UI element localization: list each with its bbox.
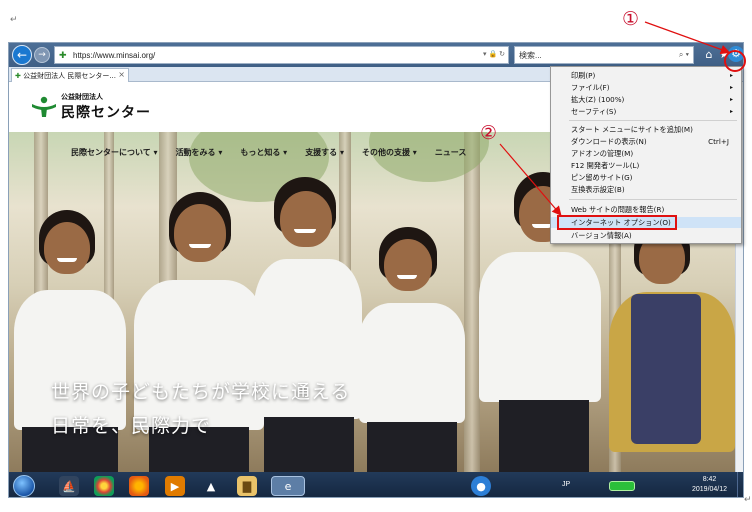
paragraph-mark-top: ↵ — [10, 14, 18, 24]
internet-explorer-icon[interactable]: e — [271, 476, 305, 496]
menu-item-label: 印刷(P) — [571, 71, 596, 80]
menu-item-label: ファイル(F) — [571, 83, 610, 92]
search-input[interactable]: 検索... ⌕ ▾ — [514, 46, 694, 64]
child-figure — [254, 177, 364, 472]
folder-icon[interactable]: ▇ — [237, 476, 257, 496]
site-icon: ✚ — [59, 50, 67, 60]
menu-item-label: 互換表示設定(B) — [571, 185, 625, 194]
menu-item-label: F12 開発者ツール(L) — [571, 161, 640, 170]
language-indicator[interactable]: JP — [562, 481, 570, 488]
taskbar: ⛵ ▶ ▲ ▇ e ● JP 8:42 2019/04/12 — [9, 472, 743, 497]
submenu-arrow-icon: ▸ — [729, 84, 733, 91]
step-1-marker: ① — [622, 8, 640, 30]
submenu-arrow-icon: ▸ — [729, 108, 733, 115]
url-tools-icon[interactable]: ▾ 🔒 ↻ — [483, 50, 505, 58]
nav-item-activities[interactable]: 活動をみる ▾ — [176, 147, 223, 158]
menu-item-label: セーフティ(S) — [571, 107, 617, 116]
menu-shortcut: Ctrl+J — [708, 137, 729, 146]
menu-item-safety[interactable]: セーフティ(S) ▸ — [551, 106, 741, 117]
system-clock[interactable]: 8:42 2019/04/12 — [692, 475, 727, 495]
tray-app-icon[interactable]: ● — [471, 476, 491, 496]
menu-item-f12-tools[interactable]: F12 開発者ツール(L) — [551, 160, 741, 171]
site-nav: 民際センターについて ▾ 活動をみる ▾ もっと知る ▾ 支援する ▾ その他の… — [71, 147, 466, 158]
annotation-circle — [724, 50, 746, 72]
menu-item-label: アドオンの管理(M) — [571, 149, 634, 158]
menu-item-pinned-sites[interactable]: ピン留めサイト(G) — [551, 172, 741, 183]
nav-item-other-support[interactable]: その他の支援 ▾ — [362, 147, 417, 158]
home-icon[interactable]: ⌂ — [701, 47, 717, 63]
menu-item-label: バージョン情報(A) — [571, 231, 632, 240]
logo-title: 民際センター — [61, 105, 151, 121]
back-arrow-icon: ← — [16, 48, 28, 62]
menu-item-print[interactable]: 印刷(P) ▸ — [551, 70, 741, 81]
search-icon[interactable]: ⌕ ▾ — [679, 50, 689, 60]
nav-item-about[interactable]: 民際センターについて ▾ — [71, 147, 158, 158]
taskbar-app-icon[interactable]: ⛵ — [59, 476, 79, 496]
nav-item-learn-more[interactable]: もっと知る ▾ — [240, 147, 287, 158]
close-tab-icon[interactable]: × — [118, 70, 125, 79]
menu-item-add-to-start[interactable]: スタート メニューにサイトを追加(M) — [551, 124, 741, 135]
logo-figure-icon — [32, 96, 56, 117]
menu-divider — [569, 199, 737, 200]
child-figure — [609, 222, 739, 472]
chrome-icon[interactable] — [94, 476, 114, 496]
menu-item-label: Web サイトの問題を報告(R) — [571, 205, 665, 214]
menu-item-zoom[interactable]: 拡大(Z) (100%) ▸ — [551, 94, 741, 105]
battery-icon[interactable] — [609, 481, 635, 491]
media-player-icon[interactable]: ▶ — [165, 476, 185, 496]
step-2-marker: ② — [480, 122, 498, 144]
address-toolbar: ← → ✚ https://www.minsai.org/ ▾ 🔒 ↻ 検索..… — [9, 43, 743, 67]
tab-title: 公益財団法人 民際センター... — [23, 72, 117, 80]
menu-item-label: スタート メニューにサイトを追加(M) — [571, 125, 693, 134]
menu-item-compat-view[interactable]: 互換表示設定(B) — [551, 184, 741, 195]
search-placeholder: 検索... — [519, 50, 542, 60]
clock-date: 2019/04/12 — [692, 486, 728, 493]
firefox-icon[interactable] — [129, 476, 149, 496]
site-logo[interactable]: 公益財団法人 民際センター — [31, 92, 151, 122]
menu-item-downloads[interactable]: ダウンロードの表示(N) Ctrl+J — [551, 136, 741, 147]
annotation-box — [557, 215, 677, 230]
menu-item-about[interactable]: バージョン情報(A) — [551, 230, 741, 241]
menu-divider — [569, 120, 737, 121]
start-button[interactable] — [13, 475, 35, 497]
address-bar[interactable]: ✚ https://www.minsai.org/ ▾ 🔒 ↻ — [54, 46, 509, 64]
back-button[interactable]: ← — [12, 45, 32, 65]
forward-button[interactable]: → — [34, 47, 50, 63]
hero-headline: 世界の子どもたちが学校に通える — [51, 381, 351, 403]
nav-item-support[interactable]: 支援する ▾ — [305, 147, 344, 158]
browser-tab[interactable]: ✚ 公益財団法人 民際センター... × — [11, 68, 129, 82]
show-desktop-button[interactable] — [737, 472, 743, 497]
menu-item-label: ピン留めサイト(G) — [571, 173, 633, 182]
hero-subheadline: 日常を、民際力で — [51, 415, 212, 437]
url-text: https://www.minsai.org/ — [73, 50, 156, 60]
tab-favicon-icon: ✚ — [15, 72, 21, 80]
menu-item-label: 拡大(Z) (100%) — [571, 95, 625, 104]
child-figure — [359, 227, 469, 472]
menu-item-addons[interactable]: アドオンの管理(M) — [551, 148, 741, 159]
menu-item-file[interactable]: ファイル(F) ▸ — [551, 82, 741, 93]
menu-item-label: ダウンロードの表示(N) — [571, 137, 647, 146]
submenu-arrow-icon: ▸ — [729, 96, 733, 103]
document-page: ↵ ↵ ← → ✚ https://www.minsai.org/ ▾ 🔒 ↻ … — [0, 0, 752, 512]
clock-time: 8:42 — [702, 476, 717, 483]
logo-subtitle: 公益財団法人 — [61, 93, 103, 101]
nav-item-news[interactable]: ニュース — [435, 147, 467, 158]
paragraph-mark-bottom: ↵ — [744, 494, 752, 504]
menu-item-report-problem[interactable]: Web サイトの問題を報告(R) — [551, 204, 741, 215]
app-triangle-icon[interactable]: ▲ — [201, 476, 221, 496]
forward-arrow-icon: → — [38, 50, 46, 60]
